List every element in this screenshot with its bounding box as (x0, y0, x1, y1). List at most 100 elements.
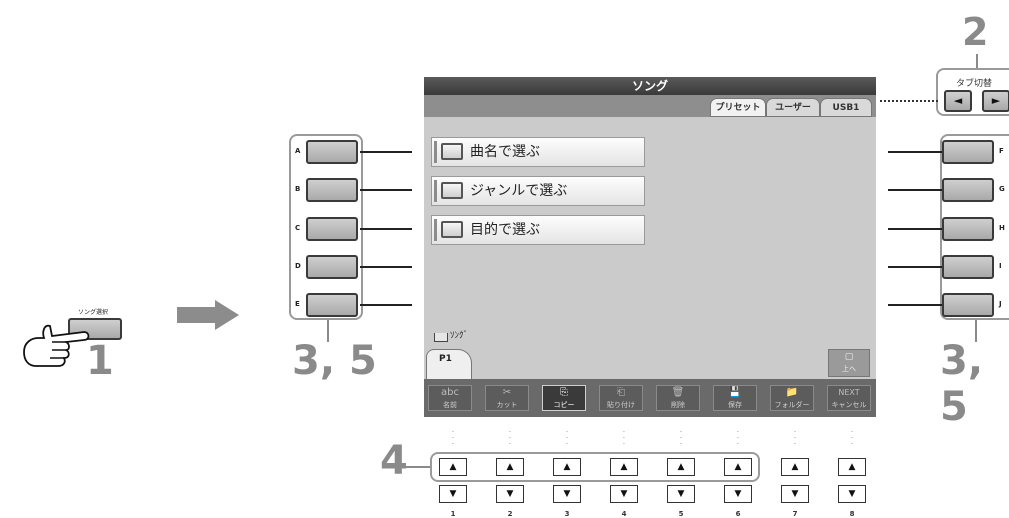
hw-button-d[interactable] (306, 255, 358, 279)
dots: · · · (566, 429, 568, 448)
dots: · · · (680, 429, 682, 448)
function-button-save[interactable]: 💾 保存 (713, 385, 757, 411)
function-button-name[interactable]: abc 名前 (428, 385, 472, 411)
trash-icon: 🗑 (671, 387, 685, 398)
tab-preset[interactable]: プリセット (710, 98, 766, 117)
down-button-8[interactable]: ▼ (838, 485, 866, 503)
up-arrow-icon: ▲ (506, 462, 514, 472)
function-button-folder[interactable]: 📁 フォルダー (770, 385, 814, 411)
hw-button-e[interactable] (306, 293, 358, 317)
up-button-1[interactable]: ▲ (439, 458, 467, 476)
up-button[interactable]: ▢ 上へ (828, 349, 870, 377)
pointing-hand-icon (23, 324, 90, 367)
function-button-label: フォルダー (774, 401, 810, 409)
down-button-4[interactable]: ▼ (610, 485, 638, 503)
hw-button-j[interactable] (942, 293, 994, 317)
up-button-2[interactable]: ▲ (496, 458, 524, 476)
function-button-cut[interactable]: ✂ カット (485, 385, 529, 411)
hw-button-g-label: G (999, 185, 1005, 193)
next-icon: NEXT (838, 388, 860, 397)
function-button-delete[interactable]: 🗑 削除 (656, 385, 700, 411)
hw-button-d-label: D (295, 262, 301, 270)
menu-item-bar (434, 141, 437, 163)
up-button-3[interactable]: ▲ (553, 458, 581, 476)
number-4: 4 (621, 510, 627, 518)
function-button-bar: abc 名前 ✂ カット ⎘ コピー ⎗ 貼り付け 🗑 削除 💾 保存 📁 フォルダー NEX… (424, 379, 876, 417)
page-tab-label: P1 (439, 354, 452, 364)
hw-button-c[interactable] (306, 217, 358, 241)
bottom-button-group (430, 452, 760, 482)
up-button-7[interactable]: ▲ (781, 458, 809, 476)
menu-item-by-purpose[interactable]: 目的で選ぶ (431, 215, 645, 245)
down-arrow-icon: ▼ (677, 489, 685, 499)
down-arrow-icon: ▼ (734, 489, 742, 499)
menu-item-by-title[interactable]: 曲名で選ぶ (431, 137, 645, 167)
menu-item-bar (434, 219, 437, 241)
down-button-1[interactable]: ▼ (439, 485, 467, 503)
left-arrow-icon: ◄ (953, 94, 963, 107)
lcd-screen: ソング プリセット ユーザー USB1 曲名で選ぶ ジャンルで選ぶ 目的で選ぶ … (424, 77, 876, 417)
up-folder-icon: ▢ (844, 352, 854, 362)
down-button-6[interactable]: ▼ (724, 485, 752, 503)
hw-button-a[interactable] (306, 140, 358, 164)
function-button-label: 貼り付け (607, 401, 635, 409)
function-button-cancel[interactable]: NEXT キャンセル (827, 385, 871, 411)
dots: · · · (509, 429, 511, 448)
up-button-6[interactable]: ▲ (724, 458, 752, 476)
scissors-icon: ✂ (502, 387, 512, 398)
line-j (888, 304, 942, 306)
down-button-3[interactable]: ▼ (553, 485, 581, 503)
hw-button-i-label: I (999, 262, 1002, 270)
menu-item-label: 曲名で選ぶ (470, 144, 540, 160)
down-button-2[interactable]: ▼ (496, 485, 524, 503)
leader-2 (976, 54, 978, 68)
dots: · · · (452, 429, 454, 448)
hw-button-i[interactable] (942, 255, 994, 279)
step-4: 4 (380, 438, 408, 484)
step-1: 1 (86, 338, 114, 384)
line-g (888, 189, 942, 191)
menu-item-by-genre[interactable]: ジャンルで選ぶ (431, 176, 645, 206)
dots: · · · (623, 429, 625, 448)
tab-user[interactable]: ユーザー (766, 98, 820, 117)
down-button-7[interactable]: ▼ (781, 485, 809, 503)
hw-button-f-label: F (999, 147, 1004, 155)
line-a (360, 151, 412, 153)
abc-icon: abc (441, 387, 459, 398)
hw-button-h-label: H (999, 224, 1005, 232)
hw-button-g[interactable] (942, 178, 994, 202)
tab-switch-right-button[interactable]: ► (982, 90, 1009, 112)
number-3: 3 (564, 510, 570, 518)
up-button-4[interactable]: ▲ (610, 458, 638, 476)
line-e (360, 304, 412, 306)
number-7: 7 (792, 510, 798, 518)
hw-button-e-label: E (295, 300, 300, 308)
dots: · · · (794, 429, 796, 448)
tab-switch-left-button[interactable]: ◄ (944, 90, 972, 112)
function-button-paste[interactable]: ⎗ 貼り付け (599, 385, 643, 411)
folder-icon (441, 221, 463, 238)
step-2: 2 (962, 10, 989, 54)
hw-button-b-label: B (295, 185, 301, 193)
up-button-8[interactable]: ▲ (838, 458, 866, 476)
up-arrow-icon: ▲ (449, 462, 457, 472)
number-5: 5 (678, 510, 684, 518)
down-arrow-icon: ▼ (791, 489, 799, 499)
up-button-5[interactable]: ▲ (667, 458, 695, 476)
down-arrow-icon: ▼ (563, 489, 571, 499)
hw-button-b[interactable] (306, 178, 358, 202)
step-3-5-right: 3, 5 (940, 338, 984, 430)
hw-button-h[interactable] (942, 217, 994, 241)
down-button-5[interactable]: ▼ (667, 485, 695, 503)
menu-item-bar (434, 180, 437, 202)
up-arrow-icon: ▲ (677, 462, 685, 472)
tab-usb1[interactable]: USB1 (820, 98, 872, 117)
tab-row: プリセット ユーザー USB1 (424, 95, 876, 117)
folder-icon: 📁 (785, 387, 799, 398)
function-button-copy[interactable]: ⎘ コピー (542, 385, 586, 411)
hw-button-f[interactable] (942, 140, 994, 164)
number-2: 2 (507, 510, 513, 518)
dots: · · · (851, 429, 853, 448)
line-h (888, 228, 942, 230)
page-tab-p1[interactable]: P1 (426, 349, 472, 379)
